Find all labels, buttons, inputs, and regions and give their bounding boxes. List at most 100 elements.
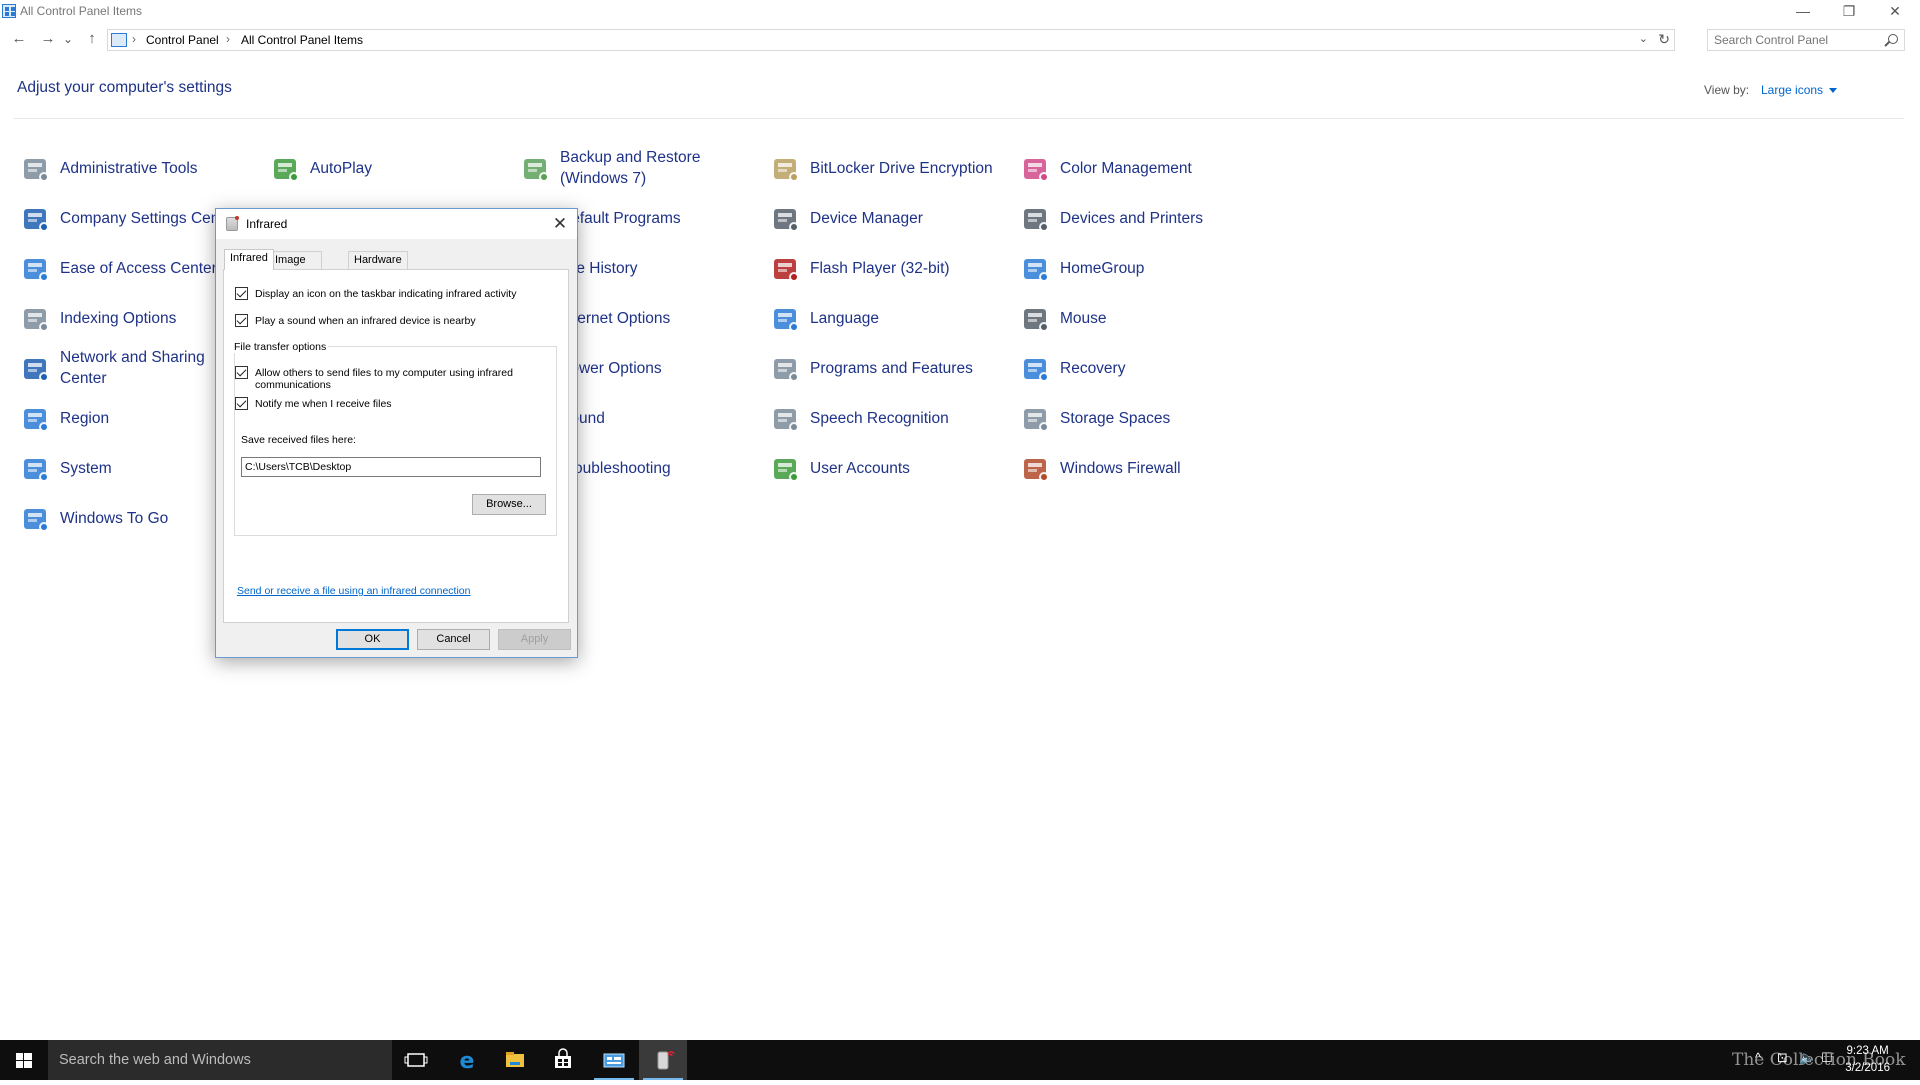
infrared-app-icon[interactable] bbox=[639, 1040, 687, 1080]
windows-to-go-icon[interactable] bbox=[20, 504, 52, 534]
control-panel-item[interactable]: Flash Player (32-bit) bbox=[765, 244, 1010, 292]
control-panel-item-label[interactable]: Sound bbox=[560, 394, 755, 442]
control-panel-item-label[interactable]: Color Management bbox=[1060, 144, 1255, 192]
taskbar-search-box[interactable]: Search the web and Windows bbox=[48, 1040, 392, 1080]
device-manager-icon[interactable] bbox=[770, 204, 802, 234]
speech-recognition-icon[interactable] bbox=[770, 404, 802, 434]
view-by-value[interactable]: Large icons bbox=[1761, 83, 1823, 97]
file-explorer-icon[interactable] bbox=[491, 1040, 539, 1080]
allow-others-checkbox[interactable] bbox=[235, 366, 248, 379]
control-panel-item[interactable]: Speech Recognition bbox=[765, 394, 1010, 442]
devices-printers-icon[interactable] bbox=[1020, 204, 1052, 234]
store-icon[interactable] bbox=[539, 1040, 587, 1080]
tab-infrared[interactable]: Infrared bbox=[224, 249, 274, 270]
control-panel-item[interactable]: Programs and Features bbox=[765, 344, 1010, 392]
ok-button[interactable]: OK bbox=[336, 629, 409, 650]
control-panel-item[interactable]: Administrative Tools bbox=[15, 144, 260, 192]
control-panel-app-icon[interactable] bbox=[590, 1040, 638, 1080]
control-panel-item[interactable]: Mouse bbox=[1015, 294, 1260, 342]
cancel-button[interactable]: Cancel bbox=[417, 629, 490, 650]
control-panel-item-label[interactable]: Language bbox=[810, 294, 1005, 342]
homegroup-icon[interactable] bbox=[1020, 254, 1052, 284]
start-button[interactable] bbox=[0, 1040, 48, 1080]
autoplay-icon[interactable] bbox=[270, 154, 302, 184]
view-by-dropdown[interactable]: Large icons bbox=[1761, 83, 1838, 97]
control-panel-item-label[interactable]: AutoPlay bbox=[310, 144, 505, 192]
control-panel-item-label[interactable]: HomeGroup bbox=[1060, 244, 1255, 292]
dialog-title-bar[interactable]: Infrared ✕ bbox=[216, 209, 577, 239]
control-panel-item[interactable]: User Accounts bbox=[765, 444, 1010, 492]
search-icon[interactable] bbox=[1888, 34, 1898, 44]
save-path-input[interactable] bbox=[241, 457, 541, 477]
indexing-options-icon[interactable] bbox=[20, 304, 52, 334]
refresh-button[interactable]: ↻ bbox=[1658, 31, 1670, 48]
language-icon[interactable] bbox=[770, 304, 802, 334]
breadcrumb-all-items[interactable]: All Control Panel Items bbox=[241, 33, 363, 47]
control-panel-item-label[interactable]: Administrative Tools bbox=[60, 144, 255, 192]
control-panel-item[interactable]: HomeGroup bbox=[1015, 244, 1260, 292]
control-panel-item[interactable]: AutoPlay bbox=[265, 144, 510, 192]
task-view-icon[interactable] bbox=[392, 1040, 440, 1080]
control-panel-item-label[interactable]: Backup and Restore (Windows 7) bbox=[560, 144, 755, 192]
flash-player-icon[interactable] bbox=[770, 254, 802, 284]
bitlocker-icon[interactable] bbox=[770, 154, 802, 184]
forward-button[interactable]: → bbox=[37, 28, 59, 50]
control-panel-item-label[interactable]: Storage Spaces bbox=[1060, 394, 1255, 442]
user-accounts-icon[interactable] bbox=[770, 454, 802, 484]
breadcrumb-separator[interactable]: › bbox=[226, 32, 230, 46]
network-sharing-icon[interactable] bbox=[20, 354, 52, 384]
control-panel-item[interactable]: Language bbox=[765, 294, 1010, 342]
control-panel-item-label[interactable]: Programs and Features bbox=[810, 344, 1005, 392]
taskbar-icon-checkbox[interactable] bbox=[235, 287, 248, 300]
edge-icon[interactable]: e bbox=[443, 1040, 491, 1080]
play-sound-checkbox[interactable] bbox=[235, 314, 248, 327]
send-receive-link[interactable]: Send or receive a file using an infrared… bbox=[237, 585, 470, 597]
control-panel-item-label[interactable]: Speech Recognition bbox=[810, 394, 1005, 442]
notify-checkbox[interactable] bbox=[235, 397, 248, 410]
control-panel-item-label[interactable]: Devices and Printers bbox=[1060, 194, 1255, 242]
recovery-icon[interactable] bbox=[1020, 354, 1052, 384]
tray-chevron-icon[interactable]: ^ bbox=[1755, 1050, 1761, 1065]
control-panel-item[interactable]: Backup and Restore (Windows 7) bbox=[515, 144, 760, 192]
control-panel-item-label[interactable]: Internet Options bbox=[560, 294, 755, 342]
control-panel-item-label[interactable]: Windows Firewall bbox=[1060, 444, 1255, 492]
taskbar-icon-label[interactable]: Display an icon on the taskbar indicatin… bbox=[255, 288, 516, 301]
caret-down-icon[interactable] bbox=[1829, 88, 1838, 94]
recent-locations-button[interactable]: ⌄ bbox=[61, 28, 75, 50]
taskbar-clock[interactable]: 9:23 AM 3/2/2016 bbox=[1845, 1043, 1890, 1077]
company-settings-icon[interactable] bbox=[20, 204, 52, 234]
breadcrumb-separator[interactable]: › bbox=[132, 32, 136, 46]
volume-icon[interactable]: 🔈 bbox=[1799, 1050, 1815, 1066]
control-panel-item[interactable]: Devices and Printers bbox=[1015, 194, 1260, 242]
admin-tools-icon[interactable] bbox=[20, 154, 52, 184]
control-panel-item[interactable]: Color Management bbox=[1015, 144, 1260, 192]
back-button[interactable]: ← bbox=[8, 28, 30, 50]
up-button[interactable]: ↑ bbox=[81, 28, 103, 50]
ease-of-access-icon[interactable] bbox=[20, 254, 52, 284]
control-panel-item-label[interactable]: Power Options bbox=[560, 344, 755, 392]
programs-features-icon[interactable] bbox=[770, 354, 802, 384]
backup-restore-icon[interactable] bbox=[520, 154, 552, 184]
region-icon[interactable] bbox=[20, 404, 52, 434]
system-icon[interactable] bbox=[20, 454, 52, 484]
apply-button[interactable]: Apply bbox=[498, 629, 571, 650]
control-panel-item[interactable]: Storage Spaces bbox=[1015, 394, 1260, 442]
control-panel-item-label[interactable]: User Accounts bbox=[810, 444, 1005, 492]
address-bar[interactable]: › Control Panel › All Control Panel Item… bbox=[107, 29, 1675, 51]
control-panel-item-label[interactable]: Default Programs bbox=[560, 194, 755, 242]
notifications-icon[interactable]: ☐ bbox=[1821, 1050, 1833, 1066]
control-panel-item-label[interactable]: BitLocker Drive Encryption bbox=[810, 144, 1005, 192]
control-panel-item-label[interactable]: Flash Player (32-bit) bbox=[810, 244, 1005, 292]
search-box[interactable] bbox=[1707, 29, 1905, 51]
tab-hardware[interactable]: Hardware bbox=[348, 251, 408, 269]
restore-button[interactable]: ❐ bbox=[1826, 0, 1872, 24]
close-button[interactable]: ✕ bbox=[1872, 0, 1918, 24]
play-sound-label[interactable]: Play a sound when an infrared device is … bbox=[255, 315, 476, 328]
control-panel-item-label[interactable]: Device Manager bbox=[810, 194, 1005, 242]
mouse-icon[interactable] bbox=[1020, 304, 1052, 334]
control-panel-item-label[interactable]: Troubleshooting bbox=[560, 444, 755, 492]
storage-spaces-icon[interactable] bbox=[1020, 404, 1052, 434]
tab-image-transfer[interactable]: Image Transfer bbox=[269, 251, 322, 282]
dialog-close-button[interactable]: ✕ bbox=[547, 211, 573, 237]
control-panel-item[interactable]: Device Manager bbox=[765, 194, 1010, 242]
